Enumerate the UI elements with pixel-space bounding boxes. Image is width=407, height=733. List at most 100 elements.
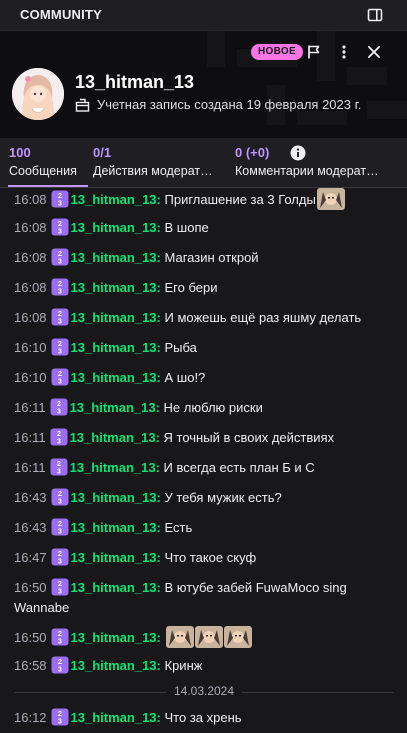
message-username[interactable]: 13_hitman_13 [70, 460, 156, 475]
message-timestamp: 16:10 [14, 340, 47, 355]
emote-icon[interactable] [223, 626, 252, 648]
panel-title: COMMUNITY [20, 7, 102, 22]
chat-message[interactable]: 16:50 2 3 13_hitman_13: В ютубе забей FuwaM… [14, 578, 394, 618]
subscriber-badge-icon[interactable]: 23 [51, 488, 69, 506]
svg-text:3: 3 [57, 439, 61, 446]
chat-message[interactable]: 16:47 2 3 13_hitman_13: Что такое скуф [14, 548, 394, 568]
chat-message[interactable]: 16:08 2 3 13_hitman_13: В шопе [14, 218, 394, 238]
chat-message[interactable]: 16:10 2 3 13_hitman_13: Рыба [14, 338, 394, 358]
chat-message[interactable]: 16:11 2 3 13_hitman_13: И всегда есть план … [14, 458, 394, 478]
message-username[interactable]: 13_hitman_13 [70, 430, 156, 445]
message-username[interactable]: 13_hitman_13 [71, 710, 157, 725]
chat-message[interactable]: 16:10 2 3 13_hitman_13: А шо!? [14, 368, 394, 388]
tab-mod-comments[interactable]: 0 (+0) Комментарии модерат… [235, 145, 379, 178]
svg-text:3: 3 [58, 529, 62, 536]
chat-message[interactable]: 16:12 2 3 13_hitman_13: Что за хрень [14, 708, 394, 728]
tab-messages[interactable]: 100 Сообщения [9, 145, 77, 178]
subscriber-badge-icon[interactable]: 23 [51, 308, 69, 326]
tab-mod-actions-count: 0/1 [93, 145, 112, 160]
close-icon[interactable] [362, 40, 386, 64]
subscriber-badge-icon[interactable]: 23 [50, 398, 68, 416]
subscriber-badge-icon[interactable]: 23 [51, 338, 69, 356]
message-username[interactable]: 13_hitman_13 [71, 370, 157, 385]
message-list[interactable]: 14.03.2024 16:08 2 3 13_hitman_13: Приглаше… [0, 188, 407, 733]
more-options-icon[interactable] [332, 40, 356, 64]
message-username[interactable]: 13_hitman_13 [71, 490, 157, 505]
chat-message[interactable]: 16:50 2 3 13_hitman_13: [14, 626, 394, 648]
message-username[interactable]: 13_hitman_13 [71, 280, 157, 295]
chat-message[interactable]: 16:08 2 3 13_hitman_13: Его бери [14, 278, 394, 298]
message-text: Кринж [164, 658, 203, 673]
subscriber-badge-icon[interactable]: 23 [51, 628, 69, 646]
account-created-text: Учетная запись создана 19 февраля 2023 г… [97, 97, 362, 112]
subscriber-badge-icon[interactable]: 23 [50, 458, 68, 476]
chat-message[interactable]: 16:08 2 3 13_hitman_13: Приглашение за 3 Го… [14, 188, 394, 210]
message-colon: : [156, 490, 165, 505]
message-text: В шопе [164, 220, 209, 235]
message-text: И всегда есть план Б и С [163, 460, 315, 475]
svg-text:2: 2 [58, 491, 62, 498]
message-username[interactable]: 13_hitman_13 [71, 630, 157, 645]
emote-icon[interactable] [165, 626, 194, 648]
message-colon: : [156, 192, 165, 207]
chat-message[interactable]: 16:43 2 3 13_hitman_13: Есть [14, 518, 394, 538]
chat-message[interactable]: 16:11 2 3 13_hitman_13: Не люблю риски [14, 398, 394, 418]
message-username[interactable]: 13_hitman_13 [71, 192, 157, 207]
message-username[interactable]: 13_hitman_13 [71, 340, 157, 355]
message-text: И можешь ещё раз яшму делать [164, 310, 362, 325]
avatar[interactable] [12, 68, 64, 120]
new-badge: НОВОЕ [251, 44, 303, 60]
message-username[interactable]: 13_hitman_13 [71, 220, 157, 235]
message-username[interactable]: 13_hitman_13 [71, 658, 157, 673]
info-icon[interactable] [290, 145, 306, 161]
chat-message[interactable]: 16:08 2 3 13_hitman_13: И можешь ещё раз яш… [14, 308, 394, 328]
svg-text:3: 3 [58, 559, 62, 566]
message-username[interactable]: 13_hitman_13 [71, 520, 157, 535]
svg-text:2: 2 [58, 581, 62, 588]
subscriber-badge-icon[interactable]: 23 [51, 248, 69, 266]
message-username[interactable]: 13_hitman_13 [70, 400, 156, 415]
message-timestamp: 16:50 [14, 630, 47, 645]
tab-mod-actions[interactable]: 0/1 Действия модерат… [93, 145, 213, 178]
subscriber-badge-icon[interactable]: 23 [51, 190, 69, 208]
message-timestamp: 16:50 [14, 580, 47, 595]
message-username[interactable]: 13_hitman_13 [71, 550, 157, 565]
svg-text:2: 2 [58, 659, 62, 666]
emote-icon[interactable] [194, 626, 223, 648]
subscriber-badge-icon[interactable]: 23 [51, 368, 69, 386]
subscriber-badge-icon[interactable]: 23 [51, 548, 69, 566]
message-username[interactable]: 13_hitman_13 [71, 310, 157, 325]
message-timestamp: 16:08 [14, 220, 47, 235]
subscriber-badge-icon[interactable]: 23 [51, 656, 69, 674]
chat-message[interactable]: 16:43 2 3 13_hitman_13: У тебя мужик есть? [14, 488, 394, 508]
subscriber-badge-icon[interactable]: 23 [51, 218, 69, 236]
subscriber-badge-icon[interactable]: 23 [51, 278, 69, 296]
gift-icon [75, 98, 90, 112]
svg-text:2: 2 [58, 193, 62, 200]
svg-text:2: 2 [58, 341, 62, 348]
chat-message[interactable]: 16:08 2 3 13_hitman_13: Магазин открой [14, 248, 394, 268]
emote-icon[interactable] [316, 188, 345, 210]
message-colon: : [156, 280, 165, 295]
subscriber-badge-icon[interactable]: 23 [51, 518, 69, 536]
date-separator-text: 14.03.2024 [165, 684, 243, 698]
message-timestamp: 16:08 [14, 280, 47, 295]
message-text: Магазин открой [164, 250, 259, 265]
subscriber-badge-icon[interactable]: 23 [51, 578, 69, 596]
flag-icon[interactable] [302, 40, 326, 64]
panel-icon[interactable] [367, 7, 383, 23]
message-colon: : [156, 220, 165, 235]
message-colon: : [156, 520, 165, 535]
subscriber-badge-icon[interactable]: 23 [51, 708, 69, 726]
subscriber-badge-icon[interactable]: 23 [50, 428, 68, 446]
message-colon: : [156, 340, 165, 355]
message-username[interactable]: 13_hitman_13 [71, 580, 157, 595]
svg-text:2: 2 [58, 221, 62, 228]
svg-text:3: 3 [58, 349, 62, 356]
svg-text:3: 3 [58, 289, 62, 296]
message-username[interactable]: 13_hitman_13 [71, 250, 157, 265]
chat-message[interactable]: 16:58 2 3 13_hitman_13: Кринж [14, 656, 394, 676]
chat-message[interactable]: 16:11 2 3 13_hitman_13: Я точный в своих де… [14, 428, 394, 448]
message-text: Не люблю риски [163, 400, 263, 415]
svg-text:3: 3 [57, 469, 61, 476]
